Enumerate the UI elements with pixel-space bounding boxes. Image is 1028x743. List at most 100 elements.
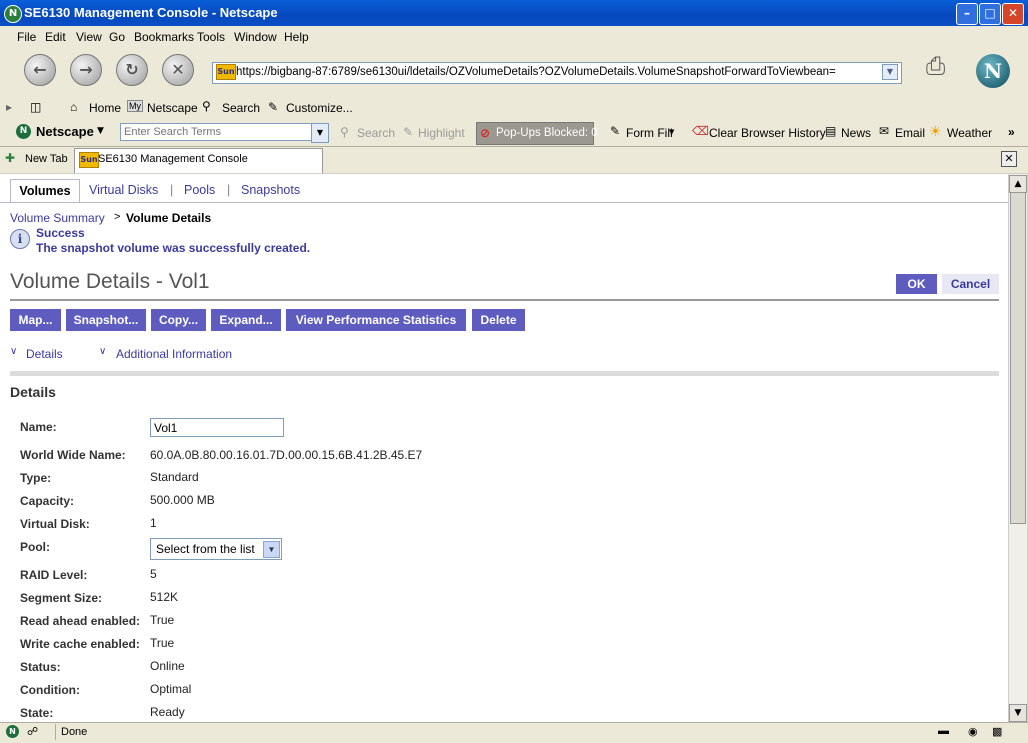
home-link[interactable]: Home [89, 101, 121, 115]
search-input[interactable] [120, 123, 318, 141]
chevron-down-icon: ∨ [10, 346, 18, 357]
form-fill-button[interactable]: Form Fill [626, 126, 673, 140]
tab-volumes[interactable]: Volumes [10, 179, 80, 203]
email-button[interactable]: Email [895, 126, 925, 140]
breadcrumb-separator: > [114, 211, 121, 223]
chevron-down-icon: ∨ [99, 346, 107, 357]
snapshot-button[interactable]: Snapshot... [66, 309, 146, 331]
field-label-status: Status: [20, 660, 61, 674]
weather-button[interactable]: Weather [947, 126, 992, 140]
menu-edit[interactable]: Edit [45, 30, 66, 44]
tab-pools[interactable]: Pools [184, 183, 215, 197]
scroll-up-icon[interactable]: ▲ [1009, 175, 1027, 193]
tab-favicon: Sun [79, 152, 99, 168]
pool-select[interactable]: Select from the list ▼ [150, 538, 282, 560]
name-input[interactable] [150, 418, 284, 437]
print-icon[interactable]: ⎙ [926, 52, 962, 82]
field-value-state: Ready [150, 705, 185, 719]
clear-history-button[interactable]: Clear Browser History [709, 126, 826, 140]
lock-icon: ▩ [992, 726, 1003, 738]
forward-icon[interactable]: → [70, 54, 102, 86]
new-tab-button[interactable]: New Tab [25, 153, 68, 165]
close-window-button[interactable]: ✕ [1002, 3, 1024, 25]
search-link[interactable]: Search [222, 101, 260, 115]
search-dropdown-icon[interactable]: ▼ [311, 123, 329, 143]
tab-virtual-disks[interactable]: Virtual Disks [89, 183, 158, 197]
sidebar-toggle-icon[interactable]: ◫ [30, 100, 41, 114]
more-chevron-icon[interactable]: » [1008, 125, 1015, 139]
netscape-logo[interactable]: N [976, 54, 1010, 88]
menu-bookmarks[interactable]: Bookmarks [134, 30, 194, 44]
map-button[interactable]: Map... [10, 309, 61, 331]
jump-link-additional-information[interactable]: Additional Information [116, 347, 232, 361]
url-text[interactable]: https://bigbang-87:6789/se6130ui/ldetail… [236, 66, 836, 78]
expand-button[interactable]: Expand... [211, 309, 281, 331]
news-button[interactable]: News [841, 126, 871, 140]
info-icon: i [10, 229, 30, 249]
window-title: SE6130 Management Console - Netscape [24, 5, 278, 20]
field-label-segment-size: Segment Size: [20, 591, 103, 605]
menu-view[interactable]: View [76, 30, 102, 44]
netscape-app-icon: N [4, 5, 22, 23]
url-dropdown-icon[interactable]: ▼ [882, 64, 898, 80]
back-icon[interactable]: ← [24, 54, 56, 86]
tab-underline [0, 202, 1008, 203]
field-label-wwn: World Wide Name: [20, 448, 126, 462]
field-value-write-cache: True [150, 636, 175, 650]
field-label-raid-level: RAID Level: [20, 568, 88, 582]
chevron-down-icon[interactable]: ▼ [97, 126, 104, 136]
field-value-condition: Optimal [150, 682, 192, 696]
netscape-brand[interactable]: Netscape [36, 124, 94, 139]
popup-blocker[interactable]: ⊘ Pop-Ups Blocked: 0 [476, 122, 598, 145]
jump-link-details[interactable]: Details [26, 347, 63, 361]
field-label-write-cache: Write cache enabled: [20, 637, 140, 651]
tab-snapshots[interactable]: Snapshots [241, 183, 300, 197]
menu-go[interactable]: Go [109, 30, 125, 44]
field-label-read-ahead: Read ahead enabled: [20, 614, 141, 628]
field-value-virtual-disk: 1 [150, 516, 157, 530]
breadcrumb-volume-summary[interactable]: Volume Summary [10, 211, 105, 225]
scrollbar-thumb[interactable] [1010, 192, 1026, 524]
alert-title: Success [36, 226, 85, 240]
delete-button[interactable]: Delete [472, 309, 525, 331]
field-value-status: Online [150, 659, 185, 673]
chevron-down-icon[interactable]: ▼ [263, 541, 280, 558]
eraser-icon: ⌫ [692, 124, 709, 138]
status-bar: N ☍ Done ▬ ◉ ▩ [0, 722, 1028, 743]
netscape-status-icon: N [6, 725, 19, 738]
menu-help[interactable]: Help [284, 30, 309, 44]
stop-icon[interactable]: ✕ [162, 54, 194, 86]
netscape-link[interactable]: Netscape [147, 101, 198, 115]
email-icon: ✉ [879, 124, 890, 138]
view-performance-statistics-button[interactable]: View Performance Statistics [286, 309, 466, 331]
popup-blocked-label: Pop-Ups Blocked: 0 [496, 127, 598, 139]
maximize-button[interactable]: □ [979, 3, 1001, 25]
home-icon[interactable]: ⌂ [70, 100, 77, 114]
customize-link[interactable]: Customize... [286, 101, 353, 115]
field-label-capacity: Capacity: [20, 494, 75, 508]
field-label-condition: Condition: [20, 683, 80, 697]
menu-tools[interactable]: Tools [197, 30, 225, 44]
form-fill-dropdown-icon[interactable]: ▼ [669, 128, 674, 136]
reload-icon[interactable]: ↻ [116, 54, 148, 86]
search-button[interactable]: Search [357, 126, 395, 140]
scroll-down-icon[interactable]: ▼ [1009, 704, 1027, 722]
blocked-icon: ⊘ [480, 126, 491, 140]
highlight-button[interactable]: Highlight [418, 126, 465, 140]
menu-bar: File Edit View Go Bookmarks Tools Window… [0, 26, 1028, 49]
menu-window[interactable]: Window [234, 30, 277, 44]
minimize-button[interactable]: – [956, 3, 978, 25]
cancel-button[interactable]: Cancel [942, 274, 999, 294]
close-tab-icon[interactable]: ✕ [1001, 151, 1017, 167]
menu-file[interactable]: File [17, 30, 36, 44]
highlight-icon: ✎ [403, 125, 414, 139]
section-title: Details [10, 384, 56, 400]
copy-button[interactable]: Copy... [151, 309, 206, 331]
field-value-capacity: 500.000 MB [150, 493, 215, 507]
ok-button[interactable]: OK [896, 274, 937, 294]
alert-message: The snapshot volume was successfully cre… [36, 241, 311, 255]
site-icon: Sun [216, 64, 236, 80]
field-label-pool: Pool: [20, 540, 50, 554]
security-icon: ☍ [27, 726, 39, 738]
news-icon: ▤ [825, 124, 837, 138]
